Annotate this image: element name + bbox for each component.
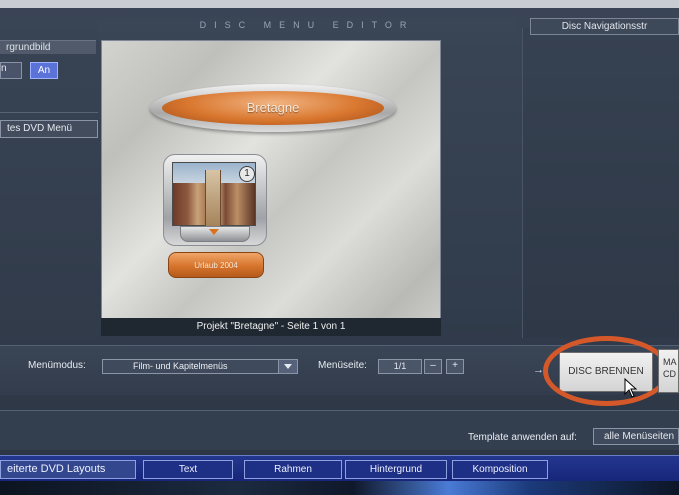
left-panel-divider [0,112,98,113]
background-on-toggle[interactable]: An [30,62,58,79]
background-image-label: rgrundbild [0,40,96,54]
tab-background[interactable]: Hintergrund [345,460,447,479]
canvas-caption: Projekt "Bretagne" - Seite 1 von 1 [101,318,441,336]
menu-title-button[interactable]: Bretagne [162,91,384,125]
chevron-down-icon [209,229,219,235]
mouse-cursor-icon [624,378,638,398]
highlight-circle [543,336,670,406]
dvd-menu-button[interactable]: tes DVD Menü [0,120,98,138]
menu-mode-label: Menümodus: [28,360,86,371]
menu-page-value: 1/1 [378,359,422,374]
menu-mode-select[interactable]: Film- und Kapitelmenüs [102,359,298,374]
page-previous-button[interactable]: – [424,359,442,374]
template-bar [0,410,679,450]
tab-text[interactable]: Text [143,460,233,479]
thumbnail-strip [0,481,679,495]
background-off-toggle[interactable]: n [0,62,22,79]
disc-navigation-header: Disc Navigationsstr [530,18,679,35]
menu-page-label: Menüseite: [318,360,367,371]
page-next-button[interactable]: + [446,359,464,374]
make-cd-button[interactable]: MA CD [658,349,679,393]
template-apply-label: Template anwenden auf: [468,432,577,443]
tab-composition[interactable]: Komposition [452,460,548,479]
template-apply-select[interactable]: alle Menüseiten [593,428,679,445]
dropdown-arrow-icon[interactable] [278,360,297,373]
right-panel [522,28,679,338]
chapter-label-button[interactable]: Urlaub 2004 [168,252,264,278]
thumbnail-tower-graphic [205,170,221,226]
chapter-number-badge: 1 [239,166,255,182]
tab-frame[interactable]: Rahmen [244,460,342,479]
editor-title: DISC MENU EDITOR [97,18,517,33]
tab-advanced-dvd-layouts[interactable]: eiterte DVD Layouts [0,460,136,479]
window-top-strip [0,0,679,8]
